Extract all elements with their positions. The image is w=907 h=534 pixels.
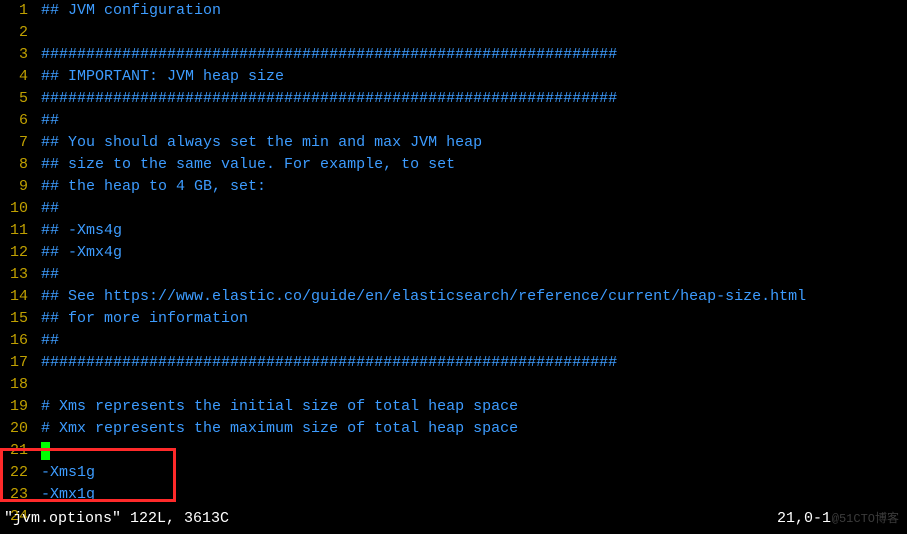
- code-line: 4 ## IMPORTANT: JVM heap size: [4, 66, 907, 88]
- line-number: 3: [4, 44, 32, 66]
- line-number: 11: [4, 220, 32, 242]
- code-text: ## See https://www.elastic.co/guide/en/e…: [41, 286, 806, 308]
- code-text: ##: [41, 264, 59, 286]
- line-number: 1: [4, 0, 32, 22]
- code-line: 15 ## for more information: [4, 308, 907, 330]
- code-line: 2: [4, 22, 907, 44]
- line-number: 2: [4, 22, 32, 44]
- line-number: 6: [4, 110, 32, 132]
- code-text: ##: [41, 110, 59, 132]
- code-line: 17 #####################################…: [4, 352, 907, 374]
- line-number: 8: [4, 154, 32, 176]
- code-text: # Xmx represents the maximum size of tot…: [41, 418, 518, 440]
- code-line: 18: [4, 374, 907, 396]
- code-text: # Xms represents the initial size of tot…: [41, 396, 518, 418]
- code-text: ## -Xms4g: [41, 220, 122, 242]
- code-line: 9 ## the heap to 4 GB, set:: [4, 176, 907, 198]
- code-line: 6 ##: [4, 110, 907, 132]
- code-line: 12 ## -Xmx4g: [4, 242, 907, 264]
- code-text: ## the heap to 4 GB, set:: [41, 176, 266, 198]
- code-line: 8 ## size to the same value. For example…: [4, 154, 907, 176]
- code-line: 20 # Xmx represents the maximum size of …: [4, 418, 907, 440]
- line-number: 10: [4, 198, 32, 220]
- code-line: 1 ## JVM configuration: [4, 0, 907, 22]
- line-number: 9: [4, 176, 32, 198]
- code-line: 11 ## -Xms4g: [4, 220, 907, 242]
- watermark: @51CTO博客: [832, 508, 899, 530]
- line-number: 21: [4, 440, 32, 462]
- line-number: 22: [4, 462, 32, 484]
- cursor: [41, 442, 50, 460]
- line-number: 13: [4, 264, 32, 286]
- line-number: 15: [4, 308, 32, 330]
- code-text: ## size to the same value. For example, …: [41, 154, 455, 176]
- line-number: 12: [4, 242, 32, 264]
- code-text: ########################################…: [41, 88, 617, 110]
- code-line: 14 ## See https://www.elastic.co/guide/e…: [4, 286, 907, 308]
- code-line: 19 # Xms represents the initial size of …: [4, 396, 907, 418]
- code-line: 21: [4, 440, 907, 462]
- code-line: 3 ######################################…: [4, 44, 907, 66]
- editor-viewport[interactable]: 1 ## JVM configuration2 3 ##############…: [0, 0, 907, 528]
- code-text: ########################################…: [41, 44, 617, 66]
- code-line: 13 ##: [4, 264, 907, 286]
- line-number: 19: [4, 396, 32, 418]
- code-text: ## You should always set the min and max…: [41, 132, 482, 154]
- code-text: ##: [41, 198, 59, 220]
- line-number: 23: [4, 484, 32, 506]
- code-text: ## IMPORTANT: JVM heap size: [41, 66, 284, 88]
- line-number: 20: [4, 418, 32, 440]
- code-line: 7 ## You should always set the min and m…: [4, 132, 907, 154]
- code-text: -Xms1g: [41, 462, 95, 484]
- status-file-info: "jvm.options" 122L, 3613C: [4, 508, 229, 530]
- line-number: 16: [4, 330, 32, 352]
- vim-status-bar: "jvm.options" 122L, 3613C 21,0-1: [4, 508, 903, 530]
- line-number: 5: [4, 88, 32, 110]
- line-number: 14: [4, 286, 32, 308]
- code-line: 5 ######################################…: [4, 88, 907, 110]
- code-line: 23 -Xmx1g: [4, 484, 907, 506]
- code-line: 10 ##: [4, 198, 907, 220]
- code-text: [41, 440, 50, 462]
- code-text: -Xmx1g: [41, 484, 95, 506]
- line-number: 17: [4, 352, 32, 374]
- code-line: 16 ##: [4, 330, 907, 352]
- code-text: ## for more information: [41, 308, 248, 330]
- code-text: ## JVM configuration: [41, 0, 221, 22]
- code-text: ## -Xmx4g: [41, 242, 122, 264]
- code-line: 22 -Xms1g: [4, 462, 907, 484]
- code-text: ##: [41, 330, 59, 352]
- code-text: ########################################…: [41, 352, 617, 374]
- line-number: 7: [4, 132, 32, 154]
- line-number: 18: [4, 374, 32, 396]
- line-number: 4: [4, 66, 32, 88]
